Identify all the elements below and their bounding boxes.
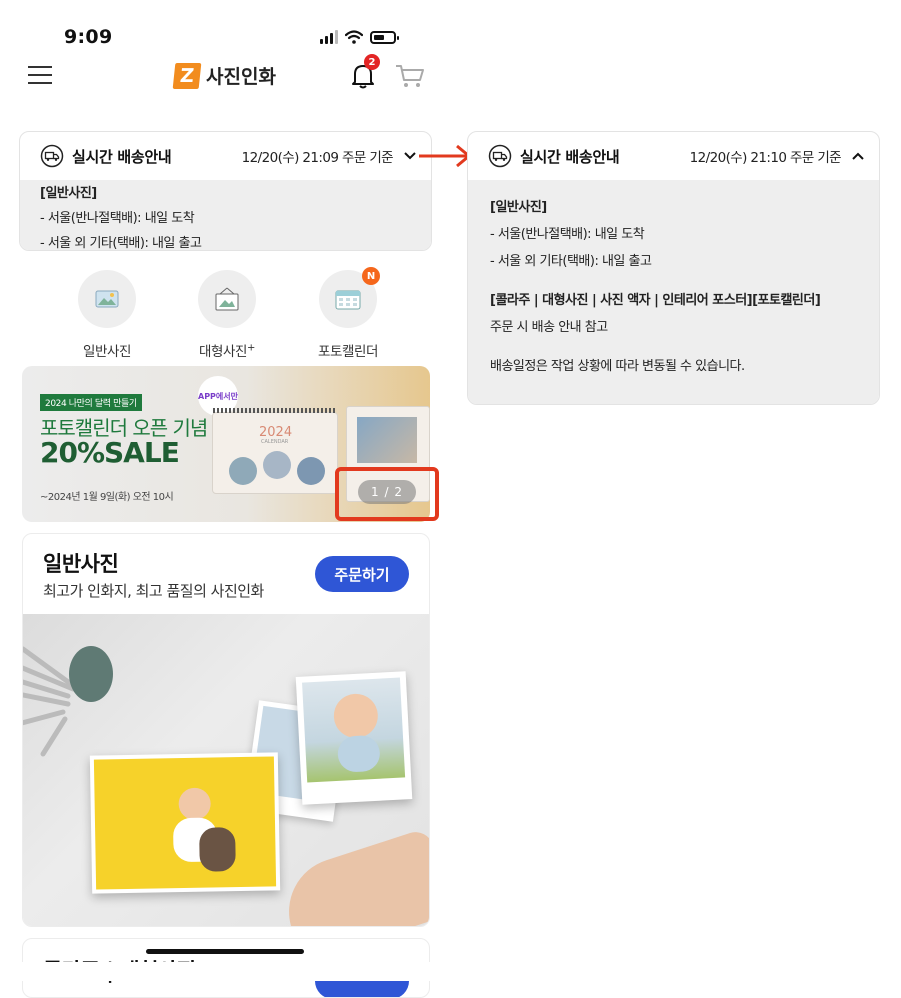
delivery-title: 실시간 배송안내 bbox=[520, 147, 620, 166]
delivery-date: 12/20(수) 21:09 주문 기준 bbox=[241, 150, 394, 166]
product-card-general-photo[interactable]: 일반사진 최고가 인화지, 최고 품질의 사진인화 주문하기 bbox=[22, 533, 430, 927]
transition-arrow bbox=[419, 144, 472, 168]
status-icons bbox=[320, 26, 399, 48]
delivery-card-body: [일반사진] - 서울(반나절택배): 내일 도착 - 서울 외 기타(택배):… bbox=[20, 180, 431, 251]
banner-date: ~2024년 1월 9일(화) 오전 10시 bbox=[40, 492, 174, 503]
delivery-card-header[interactable]: 실시간 배송안내 12/20(수) 21:09 주문 기준 bbox=[20, 132, 431, 180]
calendar-sub: CALENDAR bbox=[261, 439, 289, 445]
delivery-info-card-collapsed[interactable]: 실시간 배송안내 12/20(수) 21:09 주문 기준 [일반사진] - 서… bbox=[19, 131, 432, 251]
menu-icon[interactable] bbox=[28, 66, 52, 84]
delivery-card-body: [일반사진] - 서울(반나절택배): 내일 도착 - 서울 외 기타(택배):… bbox=[468, 180, 879, 404]
logo-mark: Z bbox=[172, 62, 202, 89]
delivery-line: - 서울 외 기타(택배): 내일 출고 bbox=[490, 254, 652, 269]
wifi-icon bbox=[345, 30, 363, 44]
photo-icon bbox=[78, 270, 136, 328]
product-image bbox=[23, 614, 429, 926]
delivery-line: - 서울(반나절택배): 내일 도착 bbox=[40, 211, 195, 226]
notification-badge: 2 bbox=[364, 54, 380, 70]
cellular-signal-icon bbox=[320, 30, 338, 44]
banner-sale: 20%SALE bbox=[40, 436, 180, 469]
order-button[interactable]: 주문하기 bbox=[315, 556, 409, 592]
delivery-line: - 서울 외 기타(택배): 내일 출고 bbox=[40, 236, 202, 251]
framed-photo-icon bbox=[198, 270, 256, 328]
banner-tag: 2024 나만의 달력 만들기 bbox=[40, 394, 142, 411]
cart-icon bbox=[396, 65, 424, 87]
cart-button[interactable] bbox=[394, 62, 426, 90]
delivery-heading: [콜라주 | 대형사진 | 사진 액자 | 인테리어 포스터][포토캘린더] bbox=[490, 293, 821, 308]
calendar-icon: N bbox=[319, 267, 380, 328]
status-time: 9:09 bbox=[64, 26, 113, 48]
hand-image bbox=[275, 827, 429, 926]
photo-print bbox=[295, 671, 413, 805]
calendar-year: 2024 bbox=[259, 425, 293, 440]
delivery-note: 배송일정은 작업 상황에 따라 변동될 수 있습니다. bbox=[490, 359, 745, 374]
delivery-truck-icon bbox=[40, 144, 64, 168]
pencil-cup-image bbox=[23, 646, 113, 757]
pager-highlight-box bbox=[335, 467, 439, 521]
home-indicator bbox=[146, 949, 304, 954]
chevron-up-icon[interactable] bbox=[851, 149, 865, 163]
photo-print bbox=[89, 752, 281, 894]
category-photo-calendar[interactable]: N 포토캘린더 bbox=[293, 267, 403, 360]
category-label: 일반사진 bbox=[82, 344, 132, 360]
delivery-card-header[interactable]: 실시간 배송안내 12/20(수) 21:10 주문 기준 bbox=[468, 132, 879, 180]
new-badge: N bbox=[362, 267, 380, 285]
battery-icon bbox=[370, 30, 399, 44]
product-subtitle: 최고가 인화지, 최고 품질의 사진인화 bbox=[43, 582, 264, 600]
notification-bell-button[interactable]: 2 bbox=[350, 54, 380, 90]
calendar-illustration: 2024 CALENDAR bbox=[212, 408, 338, 494]
delivery-line: 주문 시 배송 안내 참고 bbox=[490, 320, 608, 335]
category-general-photo[interactable]: 일반사진 bbox=[52, 270, 162, 360]
category-large-photo[interactable]: 대형사진+ bbox=[172, 270, 282, 360]
delivery-info-card-expanded[interactable]: 실시간 배송안내 12/20(수) 21:10 주문 기준 [일반사진] - 서… bbox=[467, 131, 880, 405]
delivery-title: 실시간 배송안내 bbox=[72, 147, 172, 166]
delivery-date: 12/20(수) 21:10 주문 기준 bbox=[689, 150, 842, 166]
product-title: 일반사진 bbox=[43, 552, 119, 576]
category-label: 포토캘린더 bbox=[317, 344, 379, 360]
delivery-heading: [일반사진] bbox=[490, 200, 547, 215]
delivery-truck-icon bbox=[488, 144, 512, 168]
app-logo[interactable]: Z 사진인화 bbox=[172, 62, 276, 89]
delivery-line: - 서울(반나절택배): 내일 도착 bbox=[490, 227, 645, 242]
delivery-line: [일반사진] bbox=[40, 186, 97, 201]
category-label: 대형사진+ bbox=[198, 342, 256, 361]
logo-text: 사진인화 bbox=[206, 66, 276, 88]
